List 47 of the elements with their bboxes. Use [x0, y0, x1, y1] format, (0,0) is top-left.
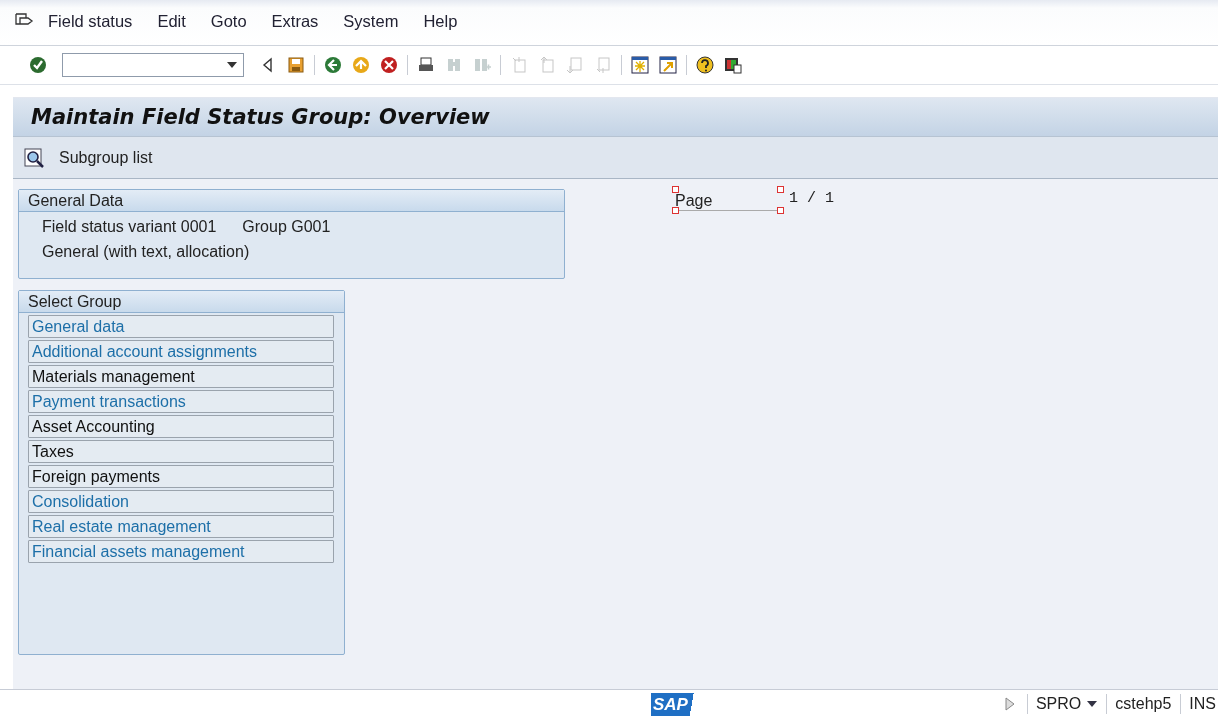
help-icon[interactable]: [696, 56, 714, 74]
selection-handle[interactable]: [777, 186, 784, 193]
magnifier-icon: [24, 147, 46, 168]
page-label: Page: [675, 192, 713, 209]
new-window-icon[interactable]: [631, 56, 649, 74]
menu-item[interactable]: Help: [423, 12, 458, 30]
selection-handle[interactable]: [672, 186, 679, 193]
group-item[interactable]: Real estate management: [28, 515, 334, 538]
selection-handle[interactable]: [777, 207, 784, 214]
caret-icon[interactable]: [227, 62, 237, 68]
menu-item[interactable]: Field status: [48, 12, 133, 30]
variant-text: Field status variant 0001: [42, 217, 217, 237]
printer-icon[interactable]: [417, 56, 435, 74]
server-name: cstehp5: [1106, 694, 1181, 714]
menu-item[interactable]: Edit: [157, 12, 186, 30]
panel-heading: Select Group: [19, 291, 344, 313]
back-icon[interactable]: [324, 56, 342, 74]
selection-handle[interactable]: [672, 207, 679, 214]
group-item[interactable]: Taxes: [28, 440, 334, 463]
check-icon[interactable]: [29, 56, 47, 74]
transaction-field[interactable]: SPRO: [1026, 694, 1107, 714]
group-item[interactable]: Financial assets management: [28, 540, 334, 563]
shortcut-icon[interactable]: [659, 56, 677, 74]
input-mode: INS: [1180, 694, 1218, 714]
group-item[interactable]: Additional account assignments: [28, 340, 334, 363]
page-number: 1 / 1: [789, 189, 834, 209]
screen-title: Maintain Field Status Group: Overview: [31, 105, 490, 129]
panel-heading: General Data: [19, 190, 564, 212]
expand-triangle-icon[interactable]: [1004, 697, 1015, 711]
menu-item[interactable]: Extras: [271, 12, 319, 30]
caret-icon[interactable]: [1087, 701, 1098, 707]
save-icon[interactable]: [287, 56, 305, 74]
menu-item[interactable]: System: [343, 12, 399, 30]
menu-icon[interactable]: [14, 12, 34, 28]
group-description: General (with text, allocation): [42, 242, 250, 262]
group-item[interactable]: Payment transactions: [28, 390, 334, 413]
subgroup-list-button[interactable]: Subgroup list: [24, 147, 153, 168]
group-item[interactable]: General data: [28, 315, 334, 338]
command-field[interactable]: [62, 53, 244, 77]
group-item[interactable]: Asset Accounting: [28, 415, 334, 438]
group-item[interactable]: Foreign payments: [28, 465, 334, 488]
menu-item[interactable]: Goto: [210, 12, 247, 30]
group-item[interactable]: Materials management: [28, 365, 334, 388]
cancel-icon[interactable]: [380, 56, 398, 74]
group-text: Group G001: [242, 217, 331, 237]
monitor-icon[interactable]: [724, 56, 742, 74]
group-item[interactable]: Consolidation: [28, 490, 334, 513]
